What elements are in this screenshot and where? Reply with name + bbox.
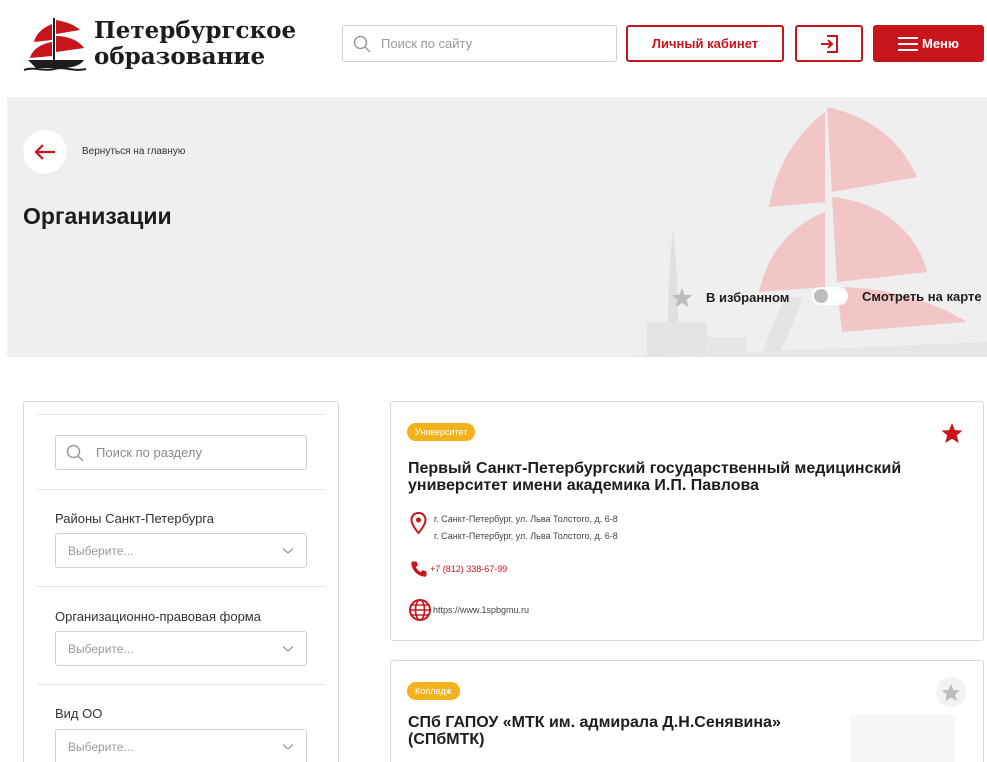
organization-title[interactable]: Первый Санкт-Петербургский государственн… (408, 460, 953, 494)
add-to-favorites-button[interactable] (936, 677, 966, 707)
legal-form-select[interactable]: Выберите... (55, 631, 307, 666)
back-to-home-link[interactable]: Вернуться на главную (82, 146, 185, 157)
organization-phone[interactable]: +7 (812) 338-67-99 (410, 560, 507, 578)
search-icon (353, 35, 371, 53)
login-icon (821, 34, 838, 53)
star-icon (671, 287, 693, 308)
organization-card[interactable]: Университет Первый Санкт-Петербургский г… (390, 401, 984, 641)
back-button[interactable] (23, 130, 67, 174)
star-icon (941, 683, 961, 701)
personal-account-button[interactable]: Личный кабинет (626, 25, 784, 62)
divider (37, 684, 325, 685)
district-select-value: Выберите... (68, 543, 134, 558)
organization-address: г. Санкт-Петербург, ул. Льва Толстого, д… (410, 511, 618, 545)
ship-logo-icon (23, 18, 87, 71)
divider (37, 489, 325, 490)
logo-line-2: образование (94, 43, 266, 70)
map-view-label: Смотреть на карте (862, 288, 982, 304)
page-title: Организации (23, 203, 172, 229)
logo-line-1: Петербургское (94, 17, 297, 44)
legal-form-filter-label: Организационно-правовая форма (55, 609, 261, 624)
organization-card[interactable]: Колледж СПб ГАПОУ «МТК им. адмирала Д.Н.… (390, 660, 984, 762)
arrow-left-icon (34, 144, 55, 160)
site-header: Петербургское образование Личный кабинет… (0, 0, 987, 97)
search-icon (66, 444, 84, 462)
organization-website[interactable]: https://www.1spbgmu.ru (408, 598, 529, 622)
district-filter-label: Районы Санкт-Петербурга (55, 511, 214, 526)
chevron-down-icon (282, 645, 294, 652)
site-search-box[interactable] (342, 25, 617, 62)
category-badge: Колледж (407, 682, 460, 700)
menu-button[interactable]: Меню (873, 25, 984, 62)
divider (37, 586, 325, 587)
hero-banner: Вернуться на главную Организации В избра… (7, 97, 987, 357)
org-type-select-value: Выберите... (68, 739, 134, 754)
map-toggle-switch[interactable] (812, 287, 848, 305)
org-type-select[interactable]: Выберите... (55, 729, 307, 762)
district-select[interactable]: Выберите... (55, 533, 307, 568)
menu-button-label: Меню (921, 36, 959, 51)
site-search-input[interactable] (381, 36, 601, 51)
section-search-box[interactable] (55, 435, 307, 470)
favorites-filter[interactable]: В избранном (671, 287, 789, 308)
divider (37, 414, 325, 415)
hamburger-icon (897, 36, 918, 51)
map-pin-icon (410, 512, 427, 534)
category-badge: Университет (407, 423, 476, 441)
chevron-down-icon (282, 743, 294, 750)
address-line: г. Санкт-Петербург, ул. Льва Толстого, д… (434, 531, 618, 541)
section-search-input[interactable] (96, 445, 296, 460)
globe-icon (409, 599, 431, 621)
logo-text: Петербургское образование (94, 18, 296, 70)
organization-title[interactable]: СПб ГАПОУ «МТК им. адмирала Д.Н.Сенявина… (408, 714, 833, 748)
map-view-toggle[interactable]: Смотреть на карте (812, 287, 982, 305)
address-line: г. Санкт-Петербург, ул. Льва Толстого, д… (434, 514, 618, 524)
toggle-knob (814, 289, 828, 303)
filter-panel: Районы Санкт-Петербурга Выберите... Орга… (23, 401, 339, 762)
favorites-label: В избранном (706, 290, 790, 305)
phone-number: +7 (812) 338-67-99 (430, 564, 508, 574)
star-icon[interactable] (940, 422, 964, 444)
phone-icon (411, 561, 427, 577)
chevron-down-icon (282, 547, 294, 554)
address-lines: г. Санкт-Петербург, ул. Льва Толстого, д… (434, 511, 618, 545)
ship-illustration-icon (627, 107, 987, 357)
site-logo[interactable]: Петербургское образование (20, 12, 296, 76)
organization-image (850, 715, 955, 762)
org-type-filter-label: Вид ОО (55, 706, 103, 721)
legal-form-select-value: Выберите... (68, 641, 134, 656)
login-button[interactable] (795, 25, 863, 62)
website-url: https://www.1spbgmu.ru (433, 605, 530, 615)
